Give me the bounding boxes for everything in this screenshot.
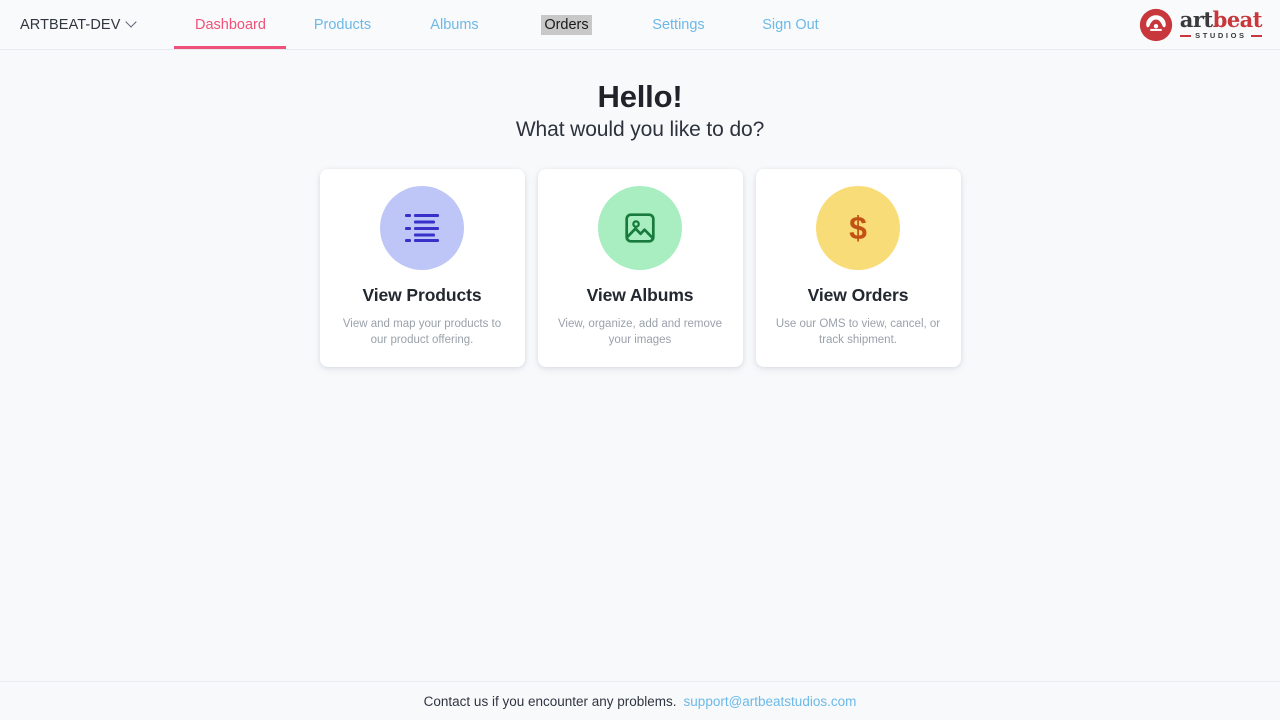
footer-message: Contact us if you encounter any problems… bbox=[423, 693, 677, 709]
top-navigation-bar: ARTBEAT-DEV Dashboard Products Albums Or… bbox=[0, 0, 1280, 50]
image-icon bbox=[625, 213, 655, 243]
logo-word-beat: beat bbox=[1212, 7, 1263, 33]
nav-item-albums-label: Albums bbox=[430, 16, 479, 33]
card-view-orders[interactable]: $ View Orders Use our OMS to view, cance… bbox=[755, 168, 961, 367]
card-description: View, organize, add and remove your imag… bbox=[557, 317, 723, 346]
logo-word-art: art bbox=[1179, 7, 1213, 33]
main-content: Hello! What would you like to do? View P… bbox=[0, 50, 1280, 681]
support-email-link[interactable]: support@artbeatstudios.com bbox=[684, 694, 857, 709]
logo-rule-left bbox=[1179, 35, 1192, 37]
nav-item-dashboard[interactable]: Dashboard bbox=[174, 0, 287, 49]
nav-item-products-label: Products bbox=[313, 16, 372, 33]
logo-text: artbeat STUDIOS bbox=[1179, 7, 1263, 41]
card-icon-badge bbox=[598, 185, 682, 270]
org-switcher-label: ARTBEAT-DEV bbox=[20, 16, 121, 33]
card-title: View Orders bbox=[807, 284, 909, 305]
page-footer: Contact us if you encounter any problems… bbox=[0, 681, 1280, 720]
card-description: Use our OMS to view, cancel, or track sh… bbox=[775, 317, 941, 346]
card-view-products[interactable]: View Products View and map your products… bbox=[319, 168, 525, 367]
page-subtitle: What would you like to do? bbox=[515, 117, 765, 141]
nav-links: Dashboard Products Albums Orders Setting… bbox=[174, 0, 846, 49]
action-card-grid: View Products View and map your products… bbox=[319, 168, 961, 367]
card-title: View Albums bbox=[586, 284, 694, 305]
nav-item-settings[interactable]: Settings bbox=[622, 0, 734, 49]
nav-item-sign-out[interactable]: Sign Out bbox=[734, 0, 846, 49]
nav-item-products[interactable]: Products bbox=[286, 0, 398, 49]
logo-wordmark: artbeat bbox=[1179, 7, 1263, 33]
logo-rule-right bbox=[1250, 35, 1262, 37]
nav-left-group: ARTBEAT-DEV Dashboard Products Albums Or… bbox=[0, 0, 846, 49]
artbeat-logo-icon bbox=[1139, 8, 1172, 41]
nav-item-settings-label: Settings bbox=[652, 16, 705, 33]
logo-tagline-row: STUDIOS bbox=[1179, 31, 1262, 41]
list-icon bbox=[405, 213, 439, 242]
chevron-down-icon bbox=[127, 18, 136, 27]
artbeat-studios-logo[interactable]: artbeat STUDIOS bbox=[1139, 7, 1263, 42]
nav-item-orders-label: Orders bbox=[541, 14, 592, 35]
card-icon-badge: $ bbox=[816, 185, 900, 270]
logo-tagline: STUDIOS bbox=[1195, 31, 1247, 41]
card-description: View and map your products to our produc… bbox=[342, 317, 502, 346]
nav-item-sign-out-label: Sign Out bbox=[762, 16, 819, 33]
card-title: View Products bbox=[362, 284, 482, 305]
org-switcher[interactable]: ARTBEAT-DEV bbox=[20, 0, 146, 49]
nav-item-orders[interactable]: Orders bbox=[510, 0, 622, 49]
dollar-sign-icon: $ bbox=[849, 209, 867, 246]
dashboard-page: ARTBEAT-DEV Dashboard Products Albums Or… bbox=[0, 0, 1280, 720]
page-title: Hello! bbox=[597, 79, 683, 114]
card-icon-badge bbox=[380, 185, 464, 270]
card-view-albums[interactable]: View Albums View, organize, add and remo… bbox=[537, 168, 743, 367]
nav-item-dashboard-label: Dashboard bbox=[195, 16, 266, 33]
nav-item-albums[interactable]: Albums bbox=[398, 0, 510, 49]
